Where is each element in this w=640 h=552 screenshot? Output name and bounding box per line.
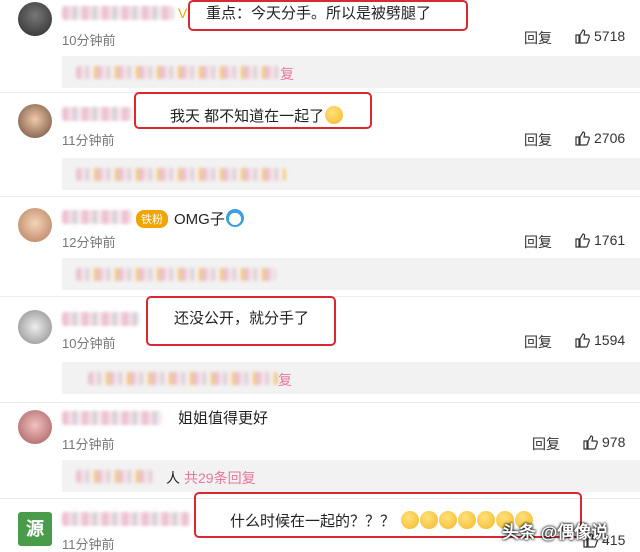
like-button[interactable]: 1761 bbox=[574, 232, 625, 248]
sub-replies[interactable]: 人 共29条回复 bbox=[62, 460, 640, 492]
highlight-box bbox=[134, 92, 372, 129]
like-count: 5718 bbox=[594, 28, 626, 44]
like-count: 1761 bbox=[594, 232, 626, 248]
like-count: 1594 bbox=[594, 332, 626, 348]
like-count: 2706 bbox=[594, 130, 626, 146]
timestamp: 11分钟前 bbox=[62, 133, 115, 148]
reply-button[interactable]: 回复 bbox=[524, 232, 552, 252]
like-button[interactable]: 2706 bbox=[574, 130, 625, 146]
thumbs-up-icon bbox=[575, 29, 590, 44]
reply-button[interactable]: 回复 bbox=[524, 130, 552, 150]
sub-replies[interactable]: 复 bbox=[62, 56, 640, 88]
thumbs-up-icon bbox=[575, 131, 590, 146]
like-button[interactable]: 1594 bbox=[574, 332, 625, 348]
sub-replies[interactable] bbox=[62, 258, 640, 290]
like-button[interactable]: 978 bbox=[582, 434, 625, 450]
avatar[interactable] bbox=[18, 104, 52, 138]
sub-replies[interactable]: 复 bbox=[62, 362, 640, 394]
avatar[interactable] bbox=[18, 208, 52, 242]
thumbs-up-icon bbox=[575, 233, 590, 248]
like-count: 978 bbox=[602, 434, 626, 450]
sub-reply-blurred bbox=[76, 268, 276, 281]
highlight-box bbox=[146, 296, 336, 346]
avatar[interactable] bbox=[18, 310, 52, 344]
sub-reply-blurred bbox=[76, 66, 280, 79]
timestamp: 10分钟前 bbox=[62, 33, 116, 48]
thumbs-up-icon bbox=[583, 435, 598, 450]
thumbs-up-icon bbox=[575, 333, 590, 348]
username-blurred[interactable] bbox=[62, 107, 132, 121]
username-blurred[interactable] bbox=[62, 6, 174, 20]
like-button[interactable]: 5718 bbox=[574, 28, 625, 44]
reply-button[interactable]: 回复 bbox=[524, 332, 552, 352]
sub-reply-blurred bbox=[76, 470, 156, 483]
timestamp: 11分钟前 bbox=[62, 437, 115, 452]
divider bbox=[0, 402, 640, 403]
sub-reply-name: 人 bbox=[166, 470, 180, 486]
avatar[interactable] bbox=[18, 2, 52, 36]
username-blurred[interactable] bbox=[62, 512, 190, 526]
username-blurred[interactable] bbox=[62, 312, 140, 326]
sub-reply-blurred bbox=[88, 372, 278, 385]
vip-badge-icon: V bbox=[178, 5, 188, 21]
fan-badge: 铁粉 bbox=[136, 210, 168, 228]
timestamp: 11分钟前 bbox=[62, 537, 115, 552]
sub-reply-text: 复 bbox=[278, 372, 292, 388]
highlight-box bbox=[188, 0, 468, 31]
reply-button[interactable]: 回复 bbox=[532, 434, 560, 454]
username-blurred[interactable] bbox=[62, 210, 132, 224]
sub-reply-blurred bbox=[76, 168, 286, 181]
timestamp: 12分钟前 bbox=[62, 235, 116, 250]
comment-text: OMG子 bbox=[174, 209, 244, 229]
username-blurred[interactable] bbox=[62, 411, 162, 425]
avatar[interactable] bbox=[18, 410, 52, 444]
timestamp: 10分钟前 bbox=[62, 336, 116, 351]
doraemon-emoji-icon bbox=[225, 209, 244, 227]
divider bbox=[0, 196, 640, 197]
sub-reply-text: 复 bbox=[280, 66, 294, 82]
more-replies-link[interactable]: 共29条回复 bbox=[184, 468, 256, 488]
sub-replies[interactable] bbox=[62, 158, 640, 190]
watermark: 头条 @偶像说 bbox=[502, 523, 609, 542]
comment-text: 姐姐值得更好 bbox=[178, 410, 269, 427]
reply-button[interactable]: 回复 bbox=[524, 28, 552, 48]
avatar[interactable]: 源 bbox=[18, 512, 52, 546]
